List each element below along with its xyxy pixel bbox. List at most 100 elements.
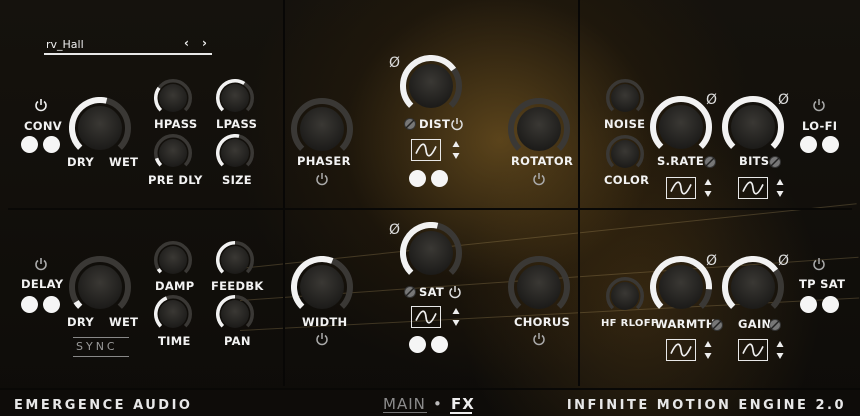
tab-main[interactable]: MAIN [383, 395, 426, 413]
dist-label: DIST [419, 117, 451, 131]
gain-knob[interactable] [722, 256, 784, 318]
srate-link-icon[interactable] [703, 155, 717, 169]
bits-waveform-arrows[interactable] [776, 178, 784, 198]
phaser-knob[interactable] [291, 98, 353, 160]
toggle-dot[interactable] [21, 136, 38, 153]
knob-ring [69, 256, 131, 309]
sat-waveform-selector[interactable] [411, 306, 441, 328]
knob-value-arc [400, 55, 457, 108]
rotator-knob[interactable] [508, 98, 570, 160]
bits-waveform-selector[interactable] [738, 177, 768, 199]
srate-phase-invert-icon[interactable]: Ø [706, 92, 717, 108]
damp-knob[interactable] [154, 241, 192, 279]
dist-waveform-arrows[interactable] [452, 140, 460, 160]
gain-waveform-arrows[interactable] [776, 340, 784, 360]
color-knob[interactable] [606, 135, 644, 173]
chorus-power-icon[interactable] [532, 332, 546, 346]
reverb-wet-label: WET [109, 155, 139, 169]
toggle-dot[interactable] [800, 296, 817, 313]
sat-knob[interactable] [400, 222, 462, 284]
knob-ring [650, 96, 712, 149]
chorus-knob[interactable] [508, 256, 570, 318]
toggle-dot[interactable] [21, 296, 38, 313]
time-knob[interactable] [154, 295, 192, 333]
delay-power-icon[interactable] [34, 257, 48, 271]
dist-link-icon[interactable] [403, 117, 417, 131]
sat-link-icon[interactable] [403, 285, 417, 299]
feedbk-label: FEEDBK [211, 279, 264, 293]
width-knob[interactable] [291, 256, 353, 318]
toggle-dot[interactable] [409, 336, 426, 353]
sat-toggle-pair[interactable] [409, 336, 448, 353]
pan-knob[interactable] [216, 295, 254, 333]
toggle-dot[interactable] [409, 170, 426, 187]
toggle-dot[interactable] [800, 136, 817, 153]
warmth-knob[interactable] [650, 256, 712, 318]
bits-link-icon[interactable] [768, 155, 782, 169]
phaser-power-icon[interactable] [315, 172, 329, 186]
delay-drywet-knob[interactable] [69, 256, 131, 318]
preset-name[interactable]: rv_Hall [46, 38, 84, 51]
toggle-dot[interactable] [431, 336, 448, 353]
toggle-dot[interactable] [43, 136, 60, 153]
tab-fx[interactable]: FX [451, 395, 475, 413]
knob-track [154, 79, 192, 112]
predly-knob[interactable] [154, 134, 192, 172]
knob-ring [606, 277, 644, 310]
toggle-dot[interactable] [43, 296, 60, 313]
knob-value-arc [69, 97, 108, 150]
lpass-knob[interactable] [216, 79, 254, 117]
row-divider [8, 208, 852, 210]
knob-track [154, 134, 192, 167]
hpass-knob[interactable] [154, 79, 192, 117]
knob-track [154, 241, 192, 274]
toggle-dot[interactable] [431, 170, 448, 187]
warmth-link-icon[interactable] [710, 318, 724, 332]
bits-phase-invert-icon[interactable]: Ø [778, 92, 789, 108]
rotator-power-icon[interactable] [532, 172, 546, 186]
dist-phase-invert-icon[interactable]: Ø [389, 55, 400, 71]
delay-toggle-pair[interactable] [21, 296, 60, 313]
sat-phase-invert-icon[interactable]: Ø [389, 222, 400, 238]
size-knob[interactable] [216, 134, 254, 172]
warmth-waveform-arrows[interactable] [704, 340, 712, 360]
srate-waveform-selector[interactable] [666, 177, 696, 199]
knob-ring [650, 256, 712, 309]
conv-toggle-pair[interactable] [21, 136, 60, 153]
feedbk-knob[interactable] [216, 241, 254, 279]
preset-next-arrow[interactable]: › [202, 36, 207, 50]
noise-label: NOISE [604, 117, 646, 131]
knob-track [69, 256, 131, 309]
preset-underline [44, 53, 212, 55]
toggle-dot[interactable] [822, 296, 839, 313]
toggle-dot[interactable] [822, 136, 839, 153]
preset-prev-arrow[interactable]: ‹ [184, 36, 189, 50]
warmth-label: WARMTH [655, 317, 716, 331]
gain-link-icon[interactable] [768, 318, 782, 332]
dist-power-icon[interactable] [450, 117, 464, 131]
bits-knob[interactable] [722, 96, 784, 158]
knob-ring [154, 295, 192, 328]
knob-value-arc [400, 222, 439, 275]
conv-power-icon[interactable] [34, 98, 48, 112]
dist-waveform-selector[interactable] [411, 139, 441, 161]
gain-phase-invert-icon[interactable]: Ø [778, 253, 789, 269]
dist-knob[interactable] [400, 55, 462, 117]
tpsat-toggle-pair[interactable] [800, 296, 839, 313]
warmth-phase-invert-icon[interactable]: Ø [706, 253, 717, 269]
warmth-waveform-selector[interactable] [666, 339, 696, 361]
reverb-drywet-knob[interactable] [69, 97, 131, 159]
width-power-icon[interactable] [315, 332, 329, 346]
tpsat-power-icon[interactable] [812, 257, 826, 271]
srate-knob[interactable] [650, 96, 712, 158]
lofi-toggle-pair[interactable] [800, 136, 839, 153]
lofi-power-icon[interactable] [812, 98, 826, 112]
sync-button[interactable]: SYNC [76, 340, 118, 353]
noise-knob[interactable] [606, 79, 644, 117]
sat-power-icon[interactable] [448, 285, 462, 299]
srate-waveform-arrows[interactable] [704, 178, 712, 198]
hfrloff-knob[interactable] [606, 277, 644, 315]
sat-waveform-arrows[interactable] [452, 307, 460, 327]
dist-toggle-pair[interactable] [409, 170, 448, 187]
gain-waveform-selector[interactable] [738, 339, 768, 361]
